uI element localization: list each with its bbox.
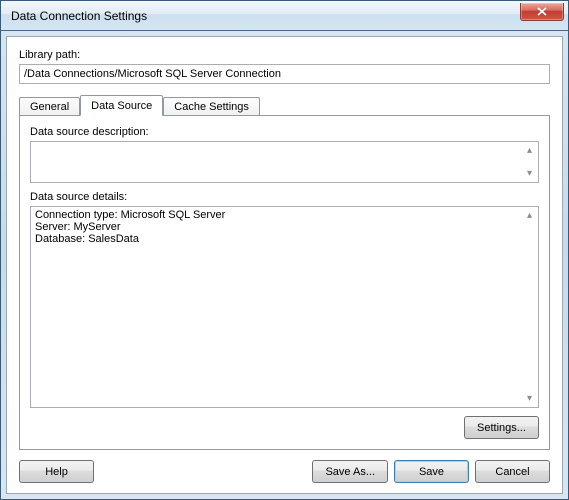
data-source-description-textarea[interactable] [31,142,521,182]
data-source-description-label: Data source description: [30,126,539,138]
save-button[interactable]: Save [394,460,469,483]
data-source-description-field[interactable]: ▴ ▾ [30,141,539,183]
data-source-details-field: ▴ ▾ [30,206,539,408]
cancel-button[interactable]: Cancel [475,460,550,483]
dialog-button-bar: Help Save As... Save Cancel [19,460,550,483]
scrollbar-vertical[interactable]: ▴ ▾ [521,207,538,407]
library-path-input[interactable] [19,64,550,84]
window-title: Data Connection Settings [11,9,520,23]
titlebar: Data Connection Settings [1,1,568,31]
scroll-up-icon[interactable]: ▴ [522,208,537,223]
tabstrip: General Data Source Cache Settings [19,94,550,115]
tab-panel-data-source: Data source description: ▴ ▾ Data source… [19,115,550,450]
tab-general[interactable]: General [19,97,80,115]
scroll-down-icon[interactable]: ▾ [522,391,537,406]
close-icon [537,7,547,16]
scroll-up-icon[interactable]: ▴ [522,143,537,158]
data-source-details-label: Data source details: [30,191,539,203]
settings-row: Settings... [30,416,539,439]
tab-cache-settings[interactable]: Cache Settings [163,97,260,115]
close-button[interactable] [520,3,564,21]
save-as-button[interactable]: Save As... [312,460,388,483]
settings-button[interactable]: Settings... [464,416,539,439]
scroll-down-icon[interactable]: ▾ [522,166,537,181]
data-source-details-textarea [31,207,521,407]
client-area: Library path: General Data Source Cache … [6,36,563,494]
library-path-label: Library path: [19,49,550,61]
scrollbar-vertical[interactable]: ▴ ▾ [521,142,538,182]
dialog-window: Data Connection Settings Library path: G… [0,0,569,500]
help-button[interactable]: Help [19,460,94,483]
tab-data-source[interactable]: Data Source [80,95,163,116]
